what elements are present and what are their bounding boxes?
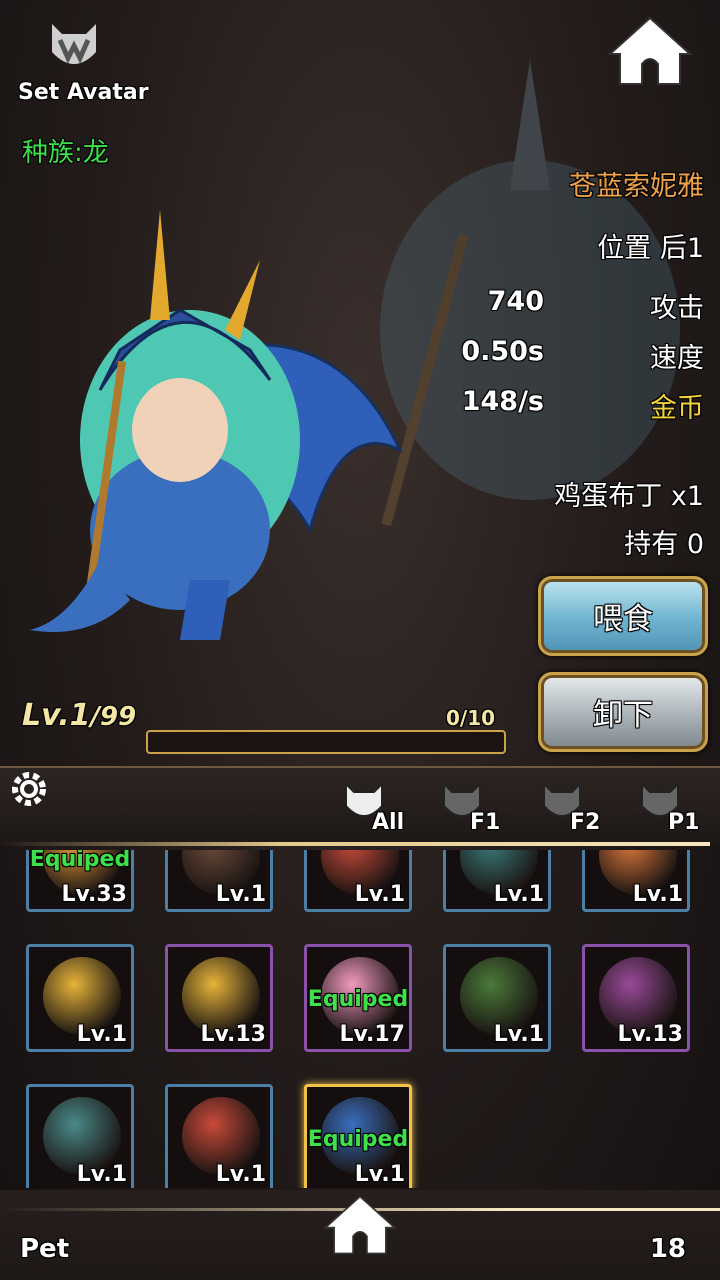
owned-count: 持有 0 — [624, 529, 704, 560]
pet-slot-level: Lv.13 — [200, 1022, 266, 1047]
pet-slot-level: Lv.1 — [215, 1162, 266, 1187]
pet-slot-level: Lv.1 — [493, 882, 544, 907]
pet-slot-level: Lv.1 — [632, 882, 683, 907]
pet-slot[interactable]: Lv.1 — [165, 1084, 273, 1188]
pet-level: Lv.1/99 — [22, 698, 136, 733]
filter-all[interactable]: All — [342, 780, 412, 840]
stat-gold: 148/s 金币 — [404, 386, 704, 426]
pet-slot[interactable]: Lv.1 — [443, 850, 551, 912]
strip-divider — [0, 842, 710, 846]
race-label: 种族:龙 — [22, 138, 109, 168]
stat-speed-label: 速度 — [650, 343, 704, 374]
filter-label: All — [372, 810, 405, 835]
pet-slot-level: Lv.1 — [215, 882, 266, 907]
pet-max-level: /99 — [90, 702, 137, 732]
pet-portrait — [10, 200, 430, 660]
set-avatar-icon[interactable] — [46, 18, 102, 74]
pet-slot[interactable]: Equiped Lv.1 — [304, 1084, 412, 1188]
exp-text: 0/10 — [446, 706, 496, 730]
pet-grid: Equiped Lv.33 Lv.1 Lv.1 Lv.1 Lv.1 Lv.1 Lv.13 Equ… — [0, 850, 720, 1188]
stat-attack-value: 740 — [487, 286, 544, 317]
exp-bar — [146, 730, 506, 754]
pet-slot[interactable]: Equiped Lv.33 — [26, 850, 134, 912]
filter-label: P1 — [668, 810, 700, 835]
food-item: 鸡蛋布丁 x1 — [554, 481, 704, 512]
stat-attack: 740 攻击 — [404, 286, 704, 326]
home-icon[interactable] — [322, 1192, 398, 1258]
pet-slot-level: Lv.1 — [493, 1022, 544, 1047]
pet-slot[interactable]: Lv.1 — [443, 944, 551, 1052]
pet-position: 位置 后1 — [597, 233, 704, 264]
feed-button[interactable]: 喂食 — [538, 576, 708, 656]
pet-count: 18 — [649, 1234, 686, 1264]
equipped-badge: Equiped — [29, 850, 131, 872]
pet-slot-level: Lv.1 — [354, 882, 405, 907]
stat-gold-value: 148/s — [461, 386, 544, 417]
stat-speed: 0.50s 速度 — [404, 336, 704, 376]
pet-slot-level: Lv.1 — [354, 1162, 405, 1187]
pet-slot-level: Lv.17 — [339, 1022, 405, 1047]
footer-title: Pet — [20, 1234, 70, 1264]
stat-speed-value: 0.50s — [461, 336, 544, 367]
gear-icon[interactable] — [8, 768, 50, 810]
stat-attack-label: 攻击 — [650, 293, 704, 324]
pet-slot[interactable]: Lv.1 — [304, 850, 412, 912]
pet-slot-level: Lv.1 — [76, 1022, 127, 1047]
filter-label: F2 — [570, 810, 601, 835]
pet-slot-level: Lv.1 — [76, 1162, 127, 1187]
equipped-badge: Equiped — [307, 987, 409, 1012]
pet-slot[interactable]: Lv.1 — [582, 850, 690, 912]
pet-name: 苍蓝索妮雅 — [569, 171, 704, 202]
filter-f1[interactable]: F1 — [440, 780, 510, 840]
pet-slot[interactable]: Lv.1 — [26, 1084, 134, 1188]
pet-slot[interactable]: Lv.1 — [165, 850, 273, 912]
pet-slot-level: Lv.13 — [617, 1022, 683, 1047]
filter-p1[interactable]: P1 — [638, 780, 708, 840]
unload-button[interactable]: 卸下 — [538, 672, 708, 752]
set-avatar-label[interactable]: Set Avatar — [18, 80, 149, 105]
filter-f2[interactable]: F2 — [540, 780, 610, 840]
pet-slot-level: Lv.33 — [61, 882, 127, 907]
pet-slot[interactable]: Lv.1 — [26, 944, 134, 1052]
filter-label: F1 — [470, 810, 501, 835]
pet-slot[interactable]: Lv.13 — [165, 944, 273, 1052]
pet-slot[interactable]: Equiped Lv.17 — [304, 944, 412, 1052]
pet-level-value: Lv.1 — [22, 698, 91, 733]
pet-slot[interactable]: Lv.13 — [582, 944, 690, 1052]
equipped-badge: Equiped — [307, 1127, 409, 1152]
stat-gold-label: 金币 — [650, 393, 704, 424]
